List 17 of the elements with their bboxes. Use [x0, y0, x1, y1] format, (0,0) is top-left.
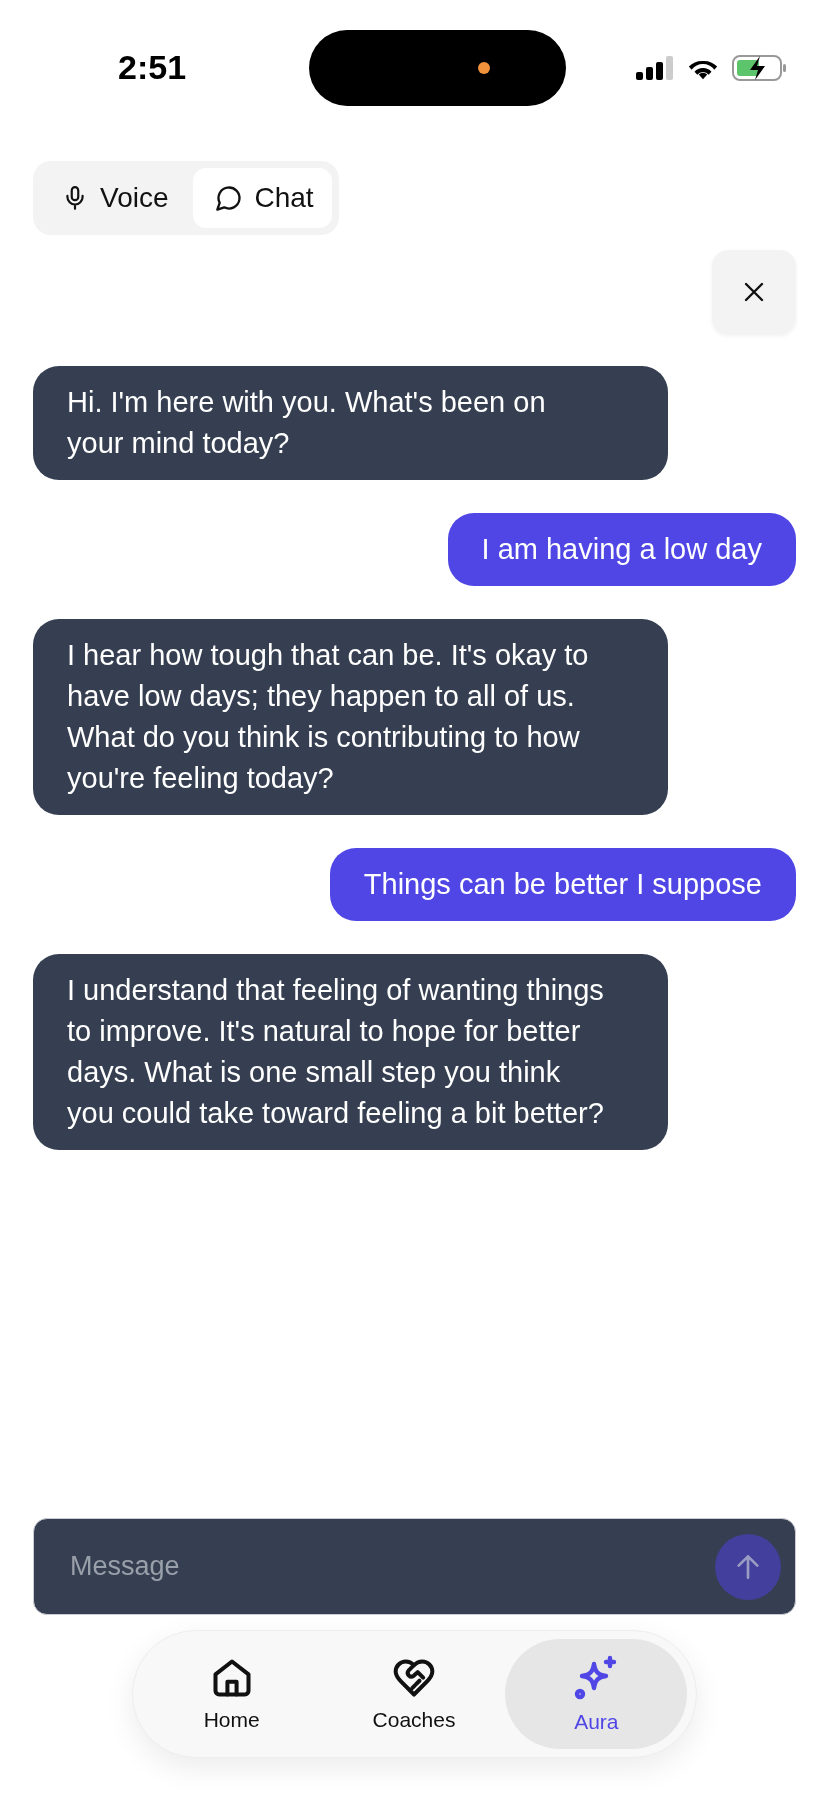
assistant-message: I hear how tough that can be. It's okay to have low days; they happen to all of us. What do you think is contributing to how you're feeling today? [33, 619, 668, 815]
nav-tab[interactable]: Coaches [322, 1639, 506, 1749]
close-icon [743, 281, 765, 303]
mode-tab[interactable]: Voice [40, 168, 187, 228]
nav-tab[interactable]: Aura [505, 1639, 688, 1749]
status-time: 2:51 [118, 48, 188, 87]
nav-tab[interactable]: Home [140, 1639, 323, 1749]
chat-bubble-icon [214, 184, 243, 212]
user-message: I am having a low day [447, 513, 796, 586]
assistant-message: I understand that feeling of wanting things to improve. It's natural to hope for better days. What is one small step you think you could take toward feeling a bit better? [33, 954, 668, 1150]
message-composer[interactable]: Message [33, 1518, 796, 1615]
signal-icon [636, 55, 674, 80]
assistant-message: Hi. I'm here with you. What's been on your mind today? [33, 366, 668, 480]
mode-tab[interactable]: Chat [192, 168, 332, 228]
user-message: Things can be better I suppose [329, 848, 796, 921]
battery-charging-icon [732, 53, 788, 82]
message-field[interactable]: Message [68, 1550, 715, 1583]
